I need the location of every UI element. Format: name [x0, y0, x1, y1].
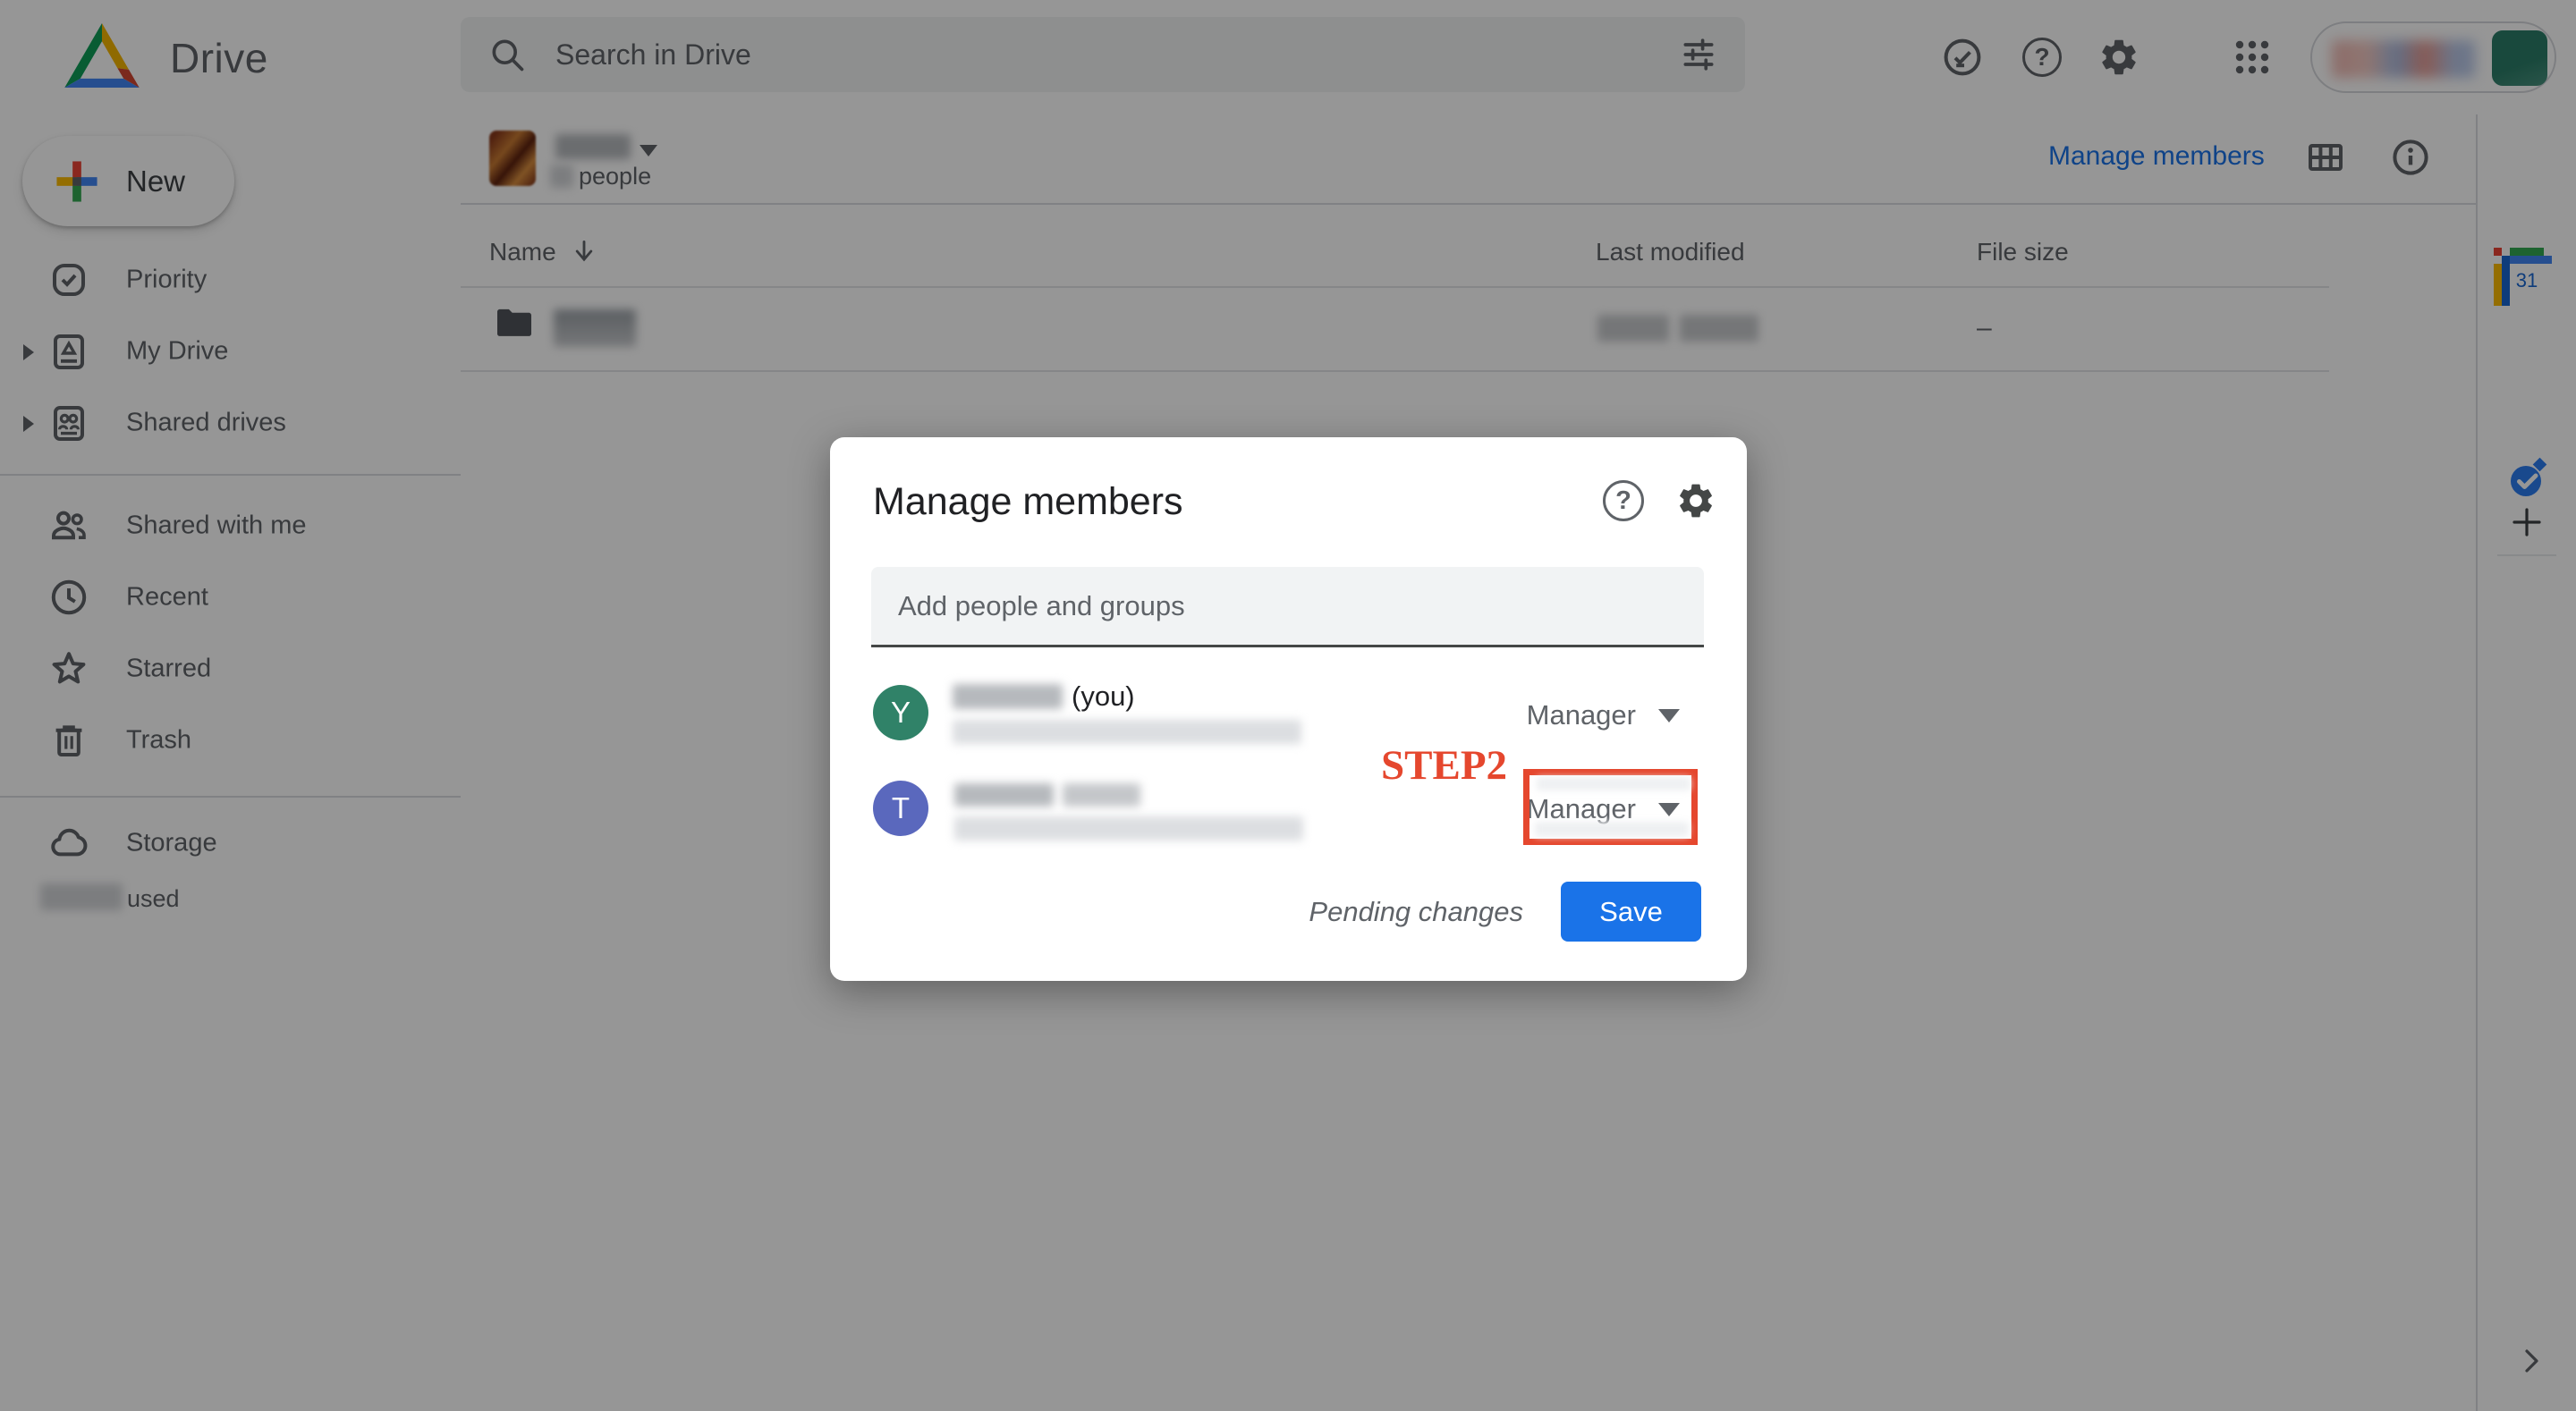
artifact-blur: [1537, 777, 1690, 790]
add-people-input[interactable]: [898, 590, 1677, 622]
drive-app: Drive: [0, 0, 2576, 1411]
role-dropdown[interactable]: Manager: [1527, 699, 1680, 731]
step2-annotation: STEP2: [1381, 741, 1507, 790]
pending-changes-label: Pending changes: [1309, 896, 1523, 928]
save-button[interactable]: Save: [1561, 882, 1701, 942]
member-email-redacted: [954, 816, 1303, 841]
dropdown-caret-icon: [1658, 709, 1680, 722]
dialog-title: Manage members: [873, 480, 1183, 524]
add-people-field[interactable]: [871, 567, 1704, 647]
member-avatar: Y: [873, 685, 928, 740]
dialog-help-icon[interactable]: ?: [1603, 480, 1644, 521]
member-you-suffix: (you): [1072, 680, 1135, 713]
annotation-highlight-box: [1523, 769, 1698, 845]
member-name-redacted: [954, 783, 1054, 807]
member-name-redacted: [1063, 783, 1140, 807]
member-email-redacted: [953, 720, 1301, 744]
dialog-settings-icon[interactable]: [1675, 480, 1716, 521]
member-avatar: T: [873, 781, 928, 836]
manage-members-dialog: Manage members ? Y (you) Manager T: [830, 437, 1747, 981]
member-name-redacted: [953, 684, 1063, 709]
artifact-blur: [1535, 822, 1689, 837]
